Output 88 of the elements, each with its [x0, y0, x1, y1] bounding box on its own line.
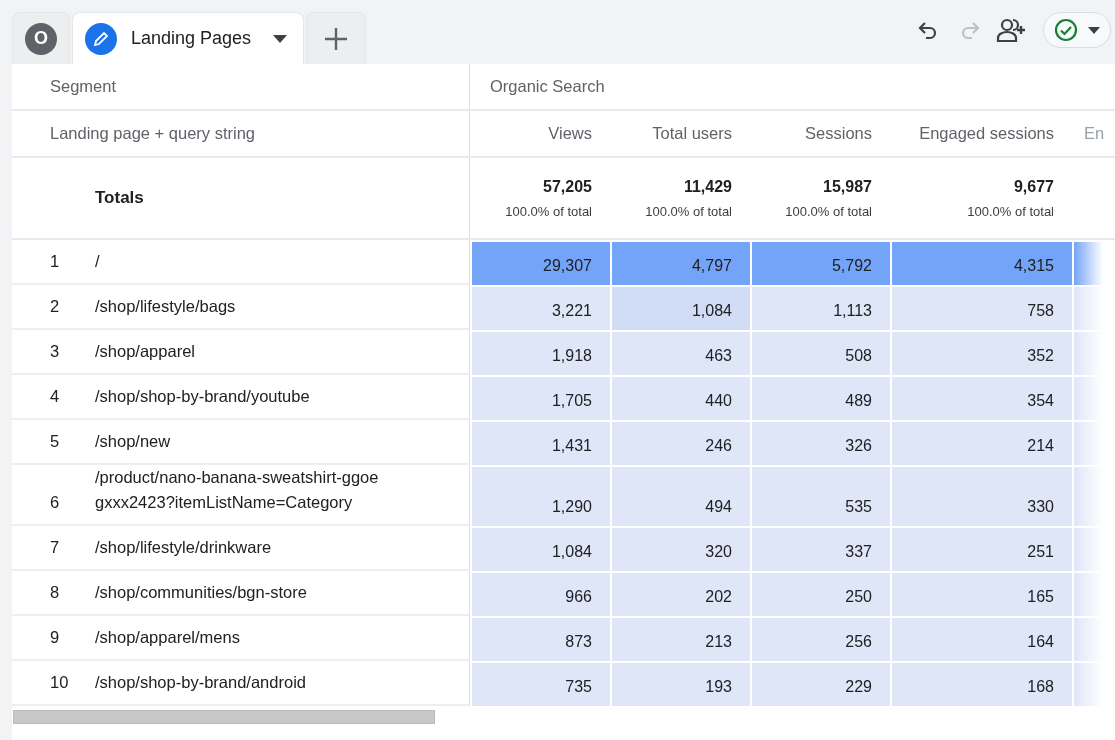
- heat-cell: 250: [750, 571, 890, 616]
- column-header[interactable]: Views: [548, 124, 592, 143]
- page-path: /: [95, 251, 101, 272]
- heat-cell: 193: [610, 661, 750, 706]
- total-value: 9,677: [1013, 177, 1054, 196]
- heat-cell: 165: [890, 571, 1072, 616]
- page-path: /shop/new: [95, 431, 172, 452]
- page-path: /shop/shop-by-brand/youtube: [95, 386, 311, 407]
- profile-tab[interactable]: O: [12, 12, 70, 64]
- heat-cell: 202: [610, 571, 750, 616]
- scrollbar[interactable]: [13, 710, 435, 724]
- heat-cell: 735: [470, 661, 610, 706]
- page-path: /shop/communities/bgn-store: [95, 582, 308, 603]
- row-number: 6: [49, 492, 61, 513]
- page-path: /shop/lifestyle/bags: [95, 296, 237, 317]
- column-header[interactable]: Sessions: [805, 124, 872, 143]
- heat-cell: 1,705: [470, 375, 610, 420]
- total-value: 11,429: [683, 177, 732, 196]
- heat-cell: 251: [890, 526, 1072, 571]
- row-number: 3: [49, 341, 61, 362]
- heat-cell: 256: [750, 616, 890, 661]
- row-number: 2: [49, 296, 61, 317]
- heat-cell: 1,290: [470, 465, 610, 526]
- segment-header: Organic Search: [490, 77, 605, 96]
- heat-cell: 229: [750, 661, 890, 706]
- heat-cell: 508: [750, 330, 890, 375]
- heat-cell: 1,431: [470, 420, 610, 465]
- heat-cell: 352: [890, 330, 1072, 375]
- total-value: 57,205: [543, 177, 592, 196]
- add-tab-button[interactable]: [306, 12, 366, 64]
- heat-cell: 354: [890, 375, 1072, 420]
- heat-cell: 330: [890, 465, 1072, 526]
- heat-cell: 246: [610, 420, 750, 465]
- column-header[interactable]: Engaged sessions: [919, 124, 1054, 143]
- heat-cell: 494: [610, 465, 750, 526]
- total-share: 100.0% of total: [505, 203, 592, 219]
- page-path: /shop/apparel: [95, 341, 196, 362]
- row-number: 4: [49, 386, 61, 407]
- heat-cell: 214: [890, 420, 1072, 465]
- heat-cell: 966: [470, 571, 610, 616]
- heat-cell: 168: [890, 661, 1072, 706]
- caret-icon: [1088, 26, 1100, 34]
- total-share: 100.0% of total: [785, 203, 872, 219]
- heat-cell: 440: [610, 375, 750, 420]
- heat-cell: 326: [750, 420, 890, 465]
- heat-cell: 5,792: [750, 240, 890, 285]
- row-number: 8: [49, 582, 61, 603]
- heat-cell: 1,918: [470, 330, 610, 375]
- column-header: Segment: [50, 77, 117, 96]
- row-number: 5: [49, 431, 61, 452]
- heat-cell: 758: [890, 285, 1072, 330]
- plus-icon: [324, 26, 348, 51]
- heat-cell: 164: [890, 616, 1072, 661]
- heat-cell: 1,084: [470, 526, 610, 571]
- total-value: 15,987: [823, 177, 872, 196]
- heat-cell: 489: [750, 375, 890, 420]
- page-path: /product/nano-banana-sweatshirt-ggoegxxx2423?itemListName=Category: [95, 467, 380, 513]
- heat-cell: 873: [470, 616, 610, 661]
- status-button[interactable]: [1043, 12, 1111, 48]
- column-header[interactable]: Total users: [652, 124, 732, 143]
- avatar-icon: O: [25, 22, 57, 55]
- heat-cell: 4,797: [610, 240, 750, 285]
- heat-cell: 463: [610, 330, 750, 375]
- add-person-icon: [996, 17, 1028, 43]
- caret-icon[interactable]: [273, 34, 287, 43]
- heat-cell: 213: [610, 616, 750, 661]
- page-path: /shop/apparel/mens: [95, 627, 241, 648]
- totals-label: Totals: [95, 188, 144, 208]
- page-path: /shop/shop-by-brand/android: [95, 672, 307, 693]
- total-share: 100.0% of total: [645, 203, 732, 219]
- pencil-icon: [85, 22, 117, 55]
- row-number: 7: [49, 537, 61, 558]
- row-number: 9: [49, 627, 61, 648]
- column-header: Landing page + query string: [50, 124, 256, 143]
- row-number: 10: [49, 672, 70, 693]
- check-circle-icon: [1054, 18, 1078, 42]
- heat-cell: 3,221: [470, 285, 610, 330]
- heat-cell: 1,084: [610, 285, 750, 330]
- heat-cell: 337: [750, 526, 890, 571]
- heat-cell: 1,113: [750, 285, 890, 330]
- total-share: 100.0% of total: [967, 203, 1054, 219]
- row-number: 1: [49, 251, 61, 272]
- heat-cell: 320: [610, 526, 750, 571]
- heat-cell: 535: [750, 465, 890, 526]
- heat-cell: 4,315: [890, 240, 1072, 285]
- heat-cell: 29,307: [470, 240, 610, 285]
- report-tab[interactable]: Landing Pages: [72, 12, 304, 64]
- page-path: /shop/lifestyle/drinkware: [95, 537, 273, 558]
